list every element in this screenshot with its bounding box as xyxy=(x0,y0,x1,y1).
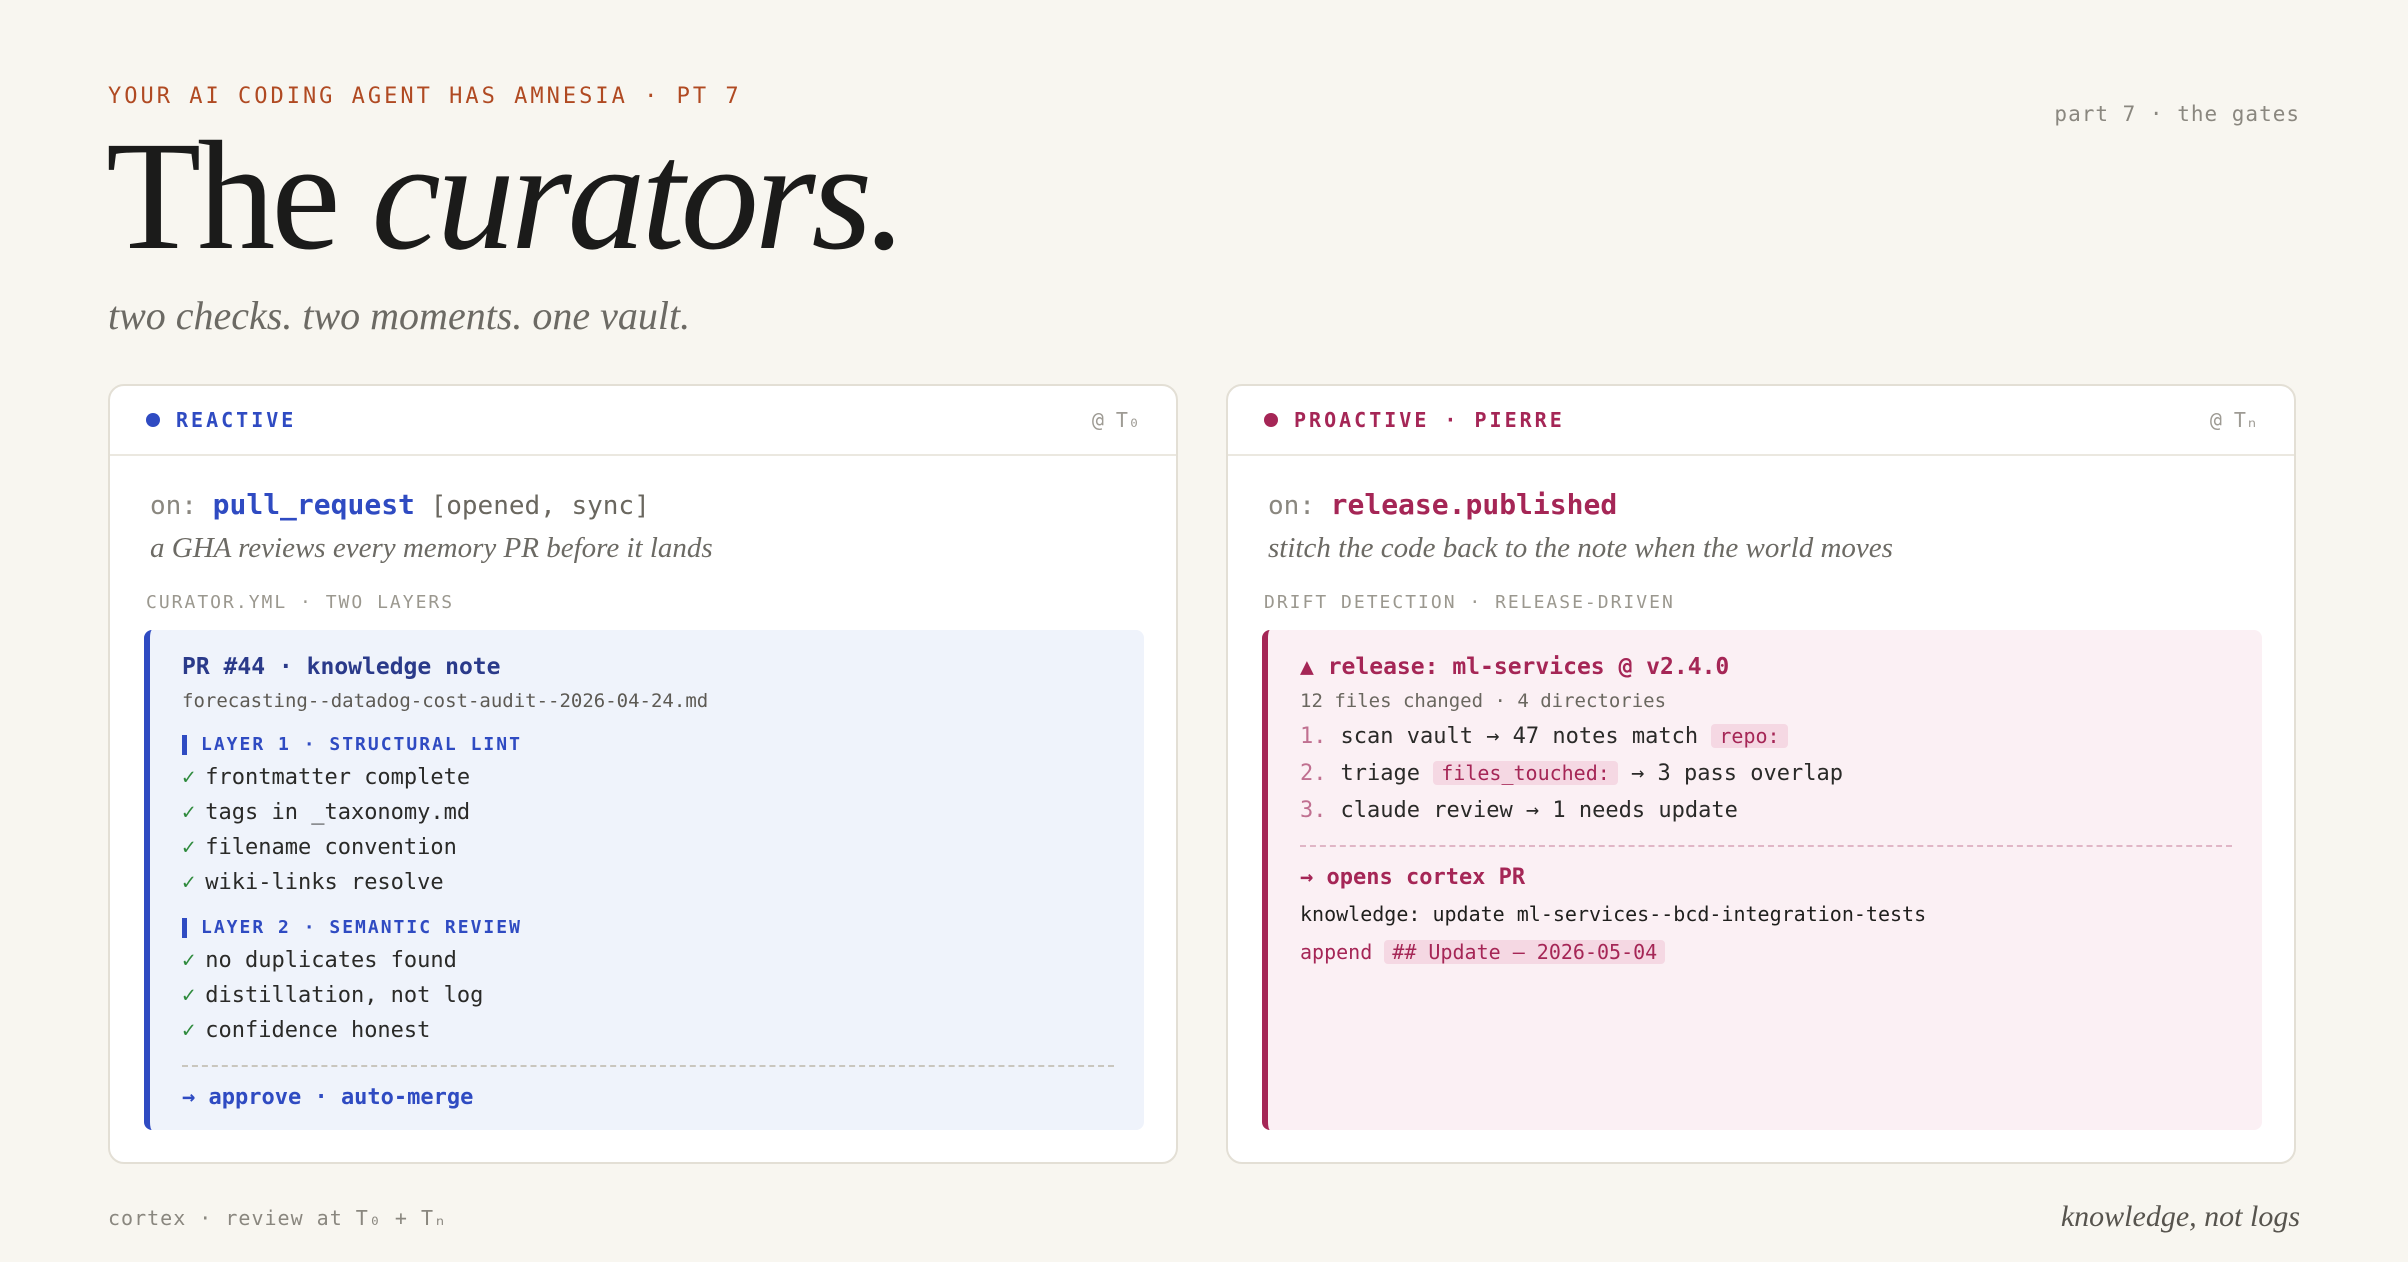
step-number: 3. xyxy=(1300,798,1327,823)
footer-left: cortex · review at T₀ + Tₙ xyxy=(108,1206,448,1230)
check-icon: ✓ xyxy=(182,800,196,825)
reactive-dot-icon xyxy=(146,413,160,427)
reactive-outcome: → approve · auto-merge xyxy=(182,1085,474,1110)
divider xyxy=(182,1065,1114,1067)
title-plain: The xyxy=(106,109,341,282)
check-item: ✓ filename convention xyxy=(182,835,1114,860)
layer2-heading: LAYER 2 · SEMANTIC REVIEW xyxy=(182,917,1114,938)
page-title: The curators. xyxy=(106,118,907,274)
proactive-dot-icon xyxy=(1264,413,1278,427)
reactive-timepoint: @ T₀ xyxy=(1091,408,1140,432)
reactive-event: pull_request xyxy=(212,488,415,521)
check-item: ✓ tags in _taxonomy.md xyxy=(182,800,1114,825)
proactive-tagline: stitch the code back to the note when th… xyxy=(1268,532,1893,564)
proactive-section-label: DRIFT DETECTION · RELEASE-DRIVEN xyxy=(1264,592,1675,613)
step-text: claude review → 1 needs update xyxy=(1340,798,1738,823)
pr-title: PR #44 · knowledge note xyxy=(182,654,501,680)
step-number: 2. xyxy=(1300,761,1327,786)
step-number: 1. xyxy=(1300,724,1327,749)
check-label: filename convention xyxy=(205,835,457,860)
proactive-card-header: PROACTIVE · PIERRE @ Tₙ xyxy=(1228,386,2294,456)
check-icon: ✓ xyxy=(182,983,196,1008)
check-item: ✓ confidence honest xyxy=(182,1018,1114,1043)
footer-right: knowledge, not logs xyxy=(2060,1200,2300,1233)
drift-step: 2. triage files_touched: → 3 pass overlap xyxy=(1300,761,2232,786)
append-label: append xyxy=(1300,940,1373,964)
reactive-tag: REACTIVE xyxy=(146,408,296,432)
check-label: frontmatter complete xyxy=(205,765,471,790)
check-label: tags in _taxonomy.md xyxy=(205,800,471,825)
layer1-label: LAYER 1 · STRUCTURAL LINT xyxy=(201,734,522,755)
check-label: confidence honest xyxy=(205,1018,431,1043)
reactive-tagline: a GHA reviews every memory PR before it … xyxy=(150,532,713,564)
drift-step: 1. scan vault → 47 notes match repo: xyxy=(1300,724,2232,749)
proactive-trigger: on: release.published xyxy=(1268,488,1617,521)
drift-step: 3. claude review → 1 needs update xyxy=(1300,798,2232,823)
check-icon: ✓ xyxy=(182,835,196,860)
divider xyxy=(1300,845,2232,847)
title-italic: curators. xyxy=(371,109,908,282)
layer1-bar-icon xyxy=(182,734,187,755)
page-subtitle: two checks. two moments. one vault. xyxy=(108,293,691,338)
check-item: ✓ frontmatter complete xyxy=(182,765,1114,790)
proactive-event: release.published xyxy=(1330,488,1618,521)
step-text: scan vault → 47 notes match xyxy=(1340,724,1699,749)
check-label: distillation, not log xyxy=(205,983,484,1008)
proactive-card: PROACTIVE · PIERRE @ Tₙ on: release.publ… xyxy=(1226,384,2296,1164)
step-chip: repo: xyxy=(1711,724,1788,748)
append-chip: ## Update — 2026-05-04 xyxy=(1384,940,1666,964)
commit-message: knowledge: update ml-services--bcd-integ… xyxy=(1300,902,1927,926)
proactive-tag-label: PROACTIVE · PIERRE xyxy=(1294,408,1565,432)
proactive-drift-panel: ▲ release: ml-services @ v2.4.0 12 files… xyxy=(1262,630,2262,1130)
layer2-label: LAYER 2 · SEMANTIC REVIEW xyxy=(201,917,522,938)
reactive-card-header: REACTIVE @ T₀ xyxy=(110,386,1176,456)
proactive-timepoint: @ Tₙ xyxy=(2209,408,2258,432)
check-item: ✓ distillation, not log xyxy=(182,983,1114,1008)
reactive-section-label: CURATOR.YML · TWO LAYERS xyxy=(146,592,455,613)
layer1-heading: LAYER 1 · STRUCTURAL LINT xyxy=(182,734,1114,755)
series-kicker: YOUR AI CODING AGENT HAS AMNESIA · PT 7 xyxy=(108,84,742,109)
reactive-card: REACTIVE @ T₀ on: pull_request [opened, … xyxy=(108,384,1178,1164)
step-text-after: → 3 pass overlap xyxy=(1631,761,1843,786)
proactive-on-label: on: xyxy=(1268,491,1315,521)
check-label: no duplicates found xyxy=(205,948,457,973)
append-line: append ## Update — 2026-05-04 xyxy=(1300,940,2232,964)
release-title: ▲ release: ml-services @ v2.4.0 xyxy=(1300,654,1730,680)
step-text: triage xyxy=(1340,761,1420,786)
opens-pr: → opens cortex PR xyxy=(1300,865,1526,890)
proactive-tag: PROACTIVE · PIERRE xyxy=(1264,408,1565,432)
check-item: ✓ no duplicates found xyxy=(182,948,1114,973)
check-label: wiki-links resolve xyxy=(205,870,444,895)
release-sub: 12 files changed · 4 directories xyxy=(1300,690,1667,712)
reactive-on-label: on: xyxy=(150,491,197,521)
part-label: part 7 · the gates xyxy=(2054,102,2300,126)
layer2-bar-icon xyxy=(182,917,187,938)
reactive-trigger: on: pull_request [opened, sync] xyxy=(150,488,650,521)
reactive-tag-label: REACTIVE xyxy=(176,408,297,432)
check-icon: ✓ xyxy=(182,1018,196,1043)
reactive-event-types: [opened, sync] xyxy=(430,491,650,521)
check-icon: ✓ xyxy=(182,765,196,790)
step-chip: files_touched: xyxy=(1433,761,1618,785)
check-item: ✓ wiki-links resolve xyxy=(182,870,1114,895)
check-icon: ✓ xyxy=(182,870,196,895)
pr-file: forecasting--datadog-cost-audit--2026-04… xyxy=(182,690,709,712)
check-icon: ✓ xyxy=(182,948,196,973)
reactive-review-panel: PR #44 · knowledge note forecasting--dat… xyxy=(144,630,1144,1130)
